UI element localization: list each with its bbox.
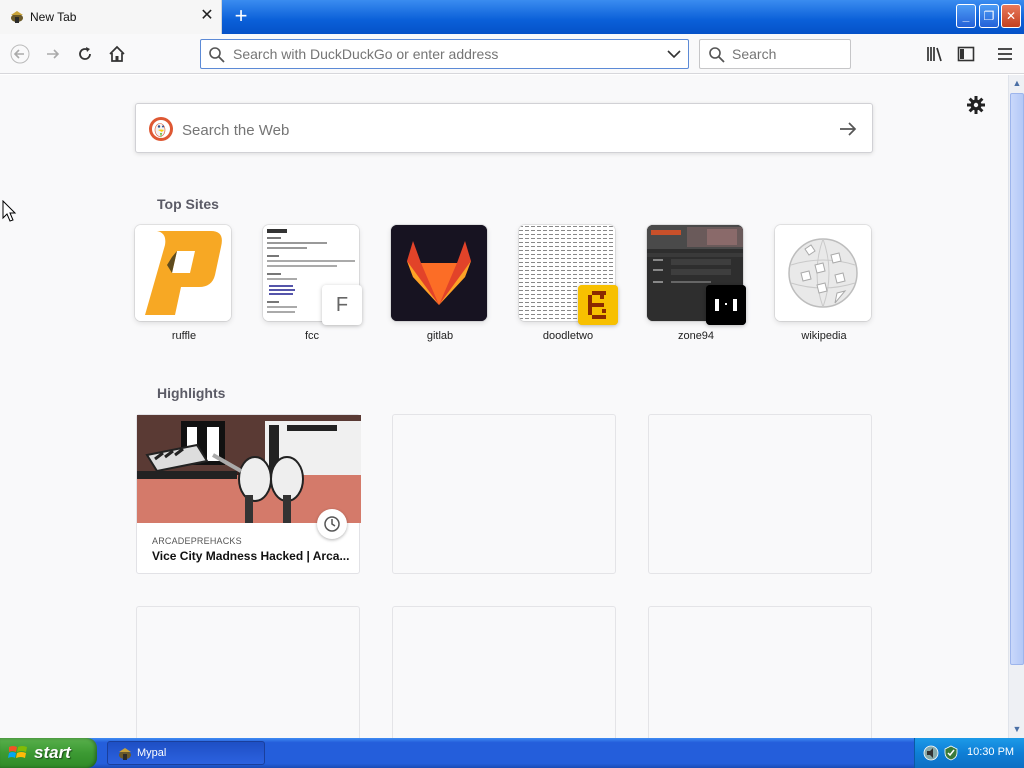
gear-icon[interactable] <box>966 95 986 115</box>
screen: New Tab ✕ + _ ❐ ✕ Search with DuckDuckGo… <box>0 0 1024 768</box>
top-site-fcc[interactable]: F fcc <box>262 225 362 350</box>
speaker-icon[interactable] <box>923 745 939 761</box>
zone94-logo-icon <box>706 285 746 325</box>
search-input[interactable] <box>732 45 842 63</box>
site-label: wikipedia <box>801 330 847 342</box>
top-site-ruffle[interactable]: ruffle <box>134 225 234 350</box>
top-site-zone94[interactable]: zone94 <box>646 225 746 350</box>
nav-toolbar <box>0 34 1024 74</box>
mypal-favicon-icon <box>11 11 23 23</box>
site-label: doodletwo <box>542 330 594 342</box>
taskbar-item-label: Mypal <box>137 747 167 759</box>
sidebar-button[interactable] <box>951 39 981 69</box>
system-tray: 10:30 PM <box>914 738 1024 768</box>
library-button[interactable] <box>920 39 950 69</box>
highlights-title: Highlights <box>157 385 226 401</box>
top-site-wikipedia[interactable]: wikipedia <box>774 225 874 350</box>
restore-button[interactable]: ❐ <box>979 4 999 28</box>
home-icon <box>109 45 125 62</box>
highlight-placeholder <box>392 414 616 574</box>
home-button[interactable] <box>102 39 132 69</box>
gitlab-logo-icon <box>391 225 487 321</box>
web-search-box[interactable] <box>135 103 873 153</box>
highlight-placeholder <box>392 606 616 738</box>
menu-button[interactable] <box>990 39 1020 69</box>
wikipedia-thumbnail <box>775 225 871 321</box>
tab-new-tab[interactable]: New Tab ✕ <box>0 0 222 34</box>
hamburger-menu-icon <box>998 48 1012 60</box>
sidebar-icon <box>957 46 975 62</box>
search-icon <box>209 47 225 63</box>
zone94-badge <box>706 285 746 325</box>
mypal-app-icon <box>119 748 131 760</box>
site-label: ruffle <box>171 330 197 342</box>
scroll-up-arrow-icon[interactable]: ▲ <box>1010 76 1024 90</box>
site-label: zone94 <box>677 330 715 342</box>
start-label: start <box>34 743 71 762</box>
scrollbar-thumb[interactable] <box>1010 93 1024 665</box>
taskbar-item-mypal[interactable]: Mypal <box>107 741 265 765</box>
highlight-thumbnail <box>137 415 361 523</box>
highlight-source: ARCADEPREHACKS <box>152 536 242 546</box>
fcc-letter-badge: F <box>322 285 362 325</box>
windows-flag-icon <box>8 746 27 758</box>
ruffle-thumbnail <box>135 225 231 321</box>
arrow-right-icon[interactable] <box>838 119 858 139</box>
url-bar[interactable] <box>200 39 689 69</box>
network-shield-icon[interactable] <box>943 745 959 761</box>
url-input[interactable] <box>233 45 653 63</box>
back-button[interactable] <box>5 39 35 69</box>
ruffle-logo-icon <box>135 225 231 321</box>
web-search-input[interactable] <box>182 120 802 140</box>
start-button[interactable]: start <box>0 738 97 768</box>
highlight-placeholder <box>136 606 360 738</box>
vertical-scrollbar[interactable]: ▲ ▼ <box>1008 75 1024 738</box>
mouse-cursor-icon <box>2 200 17 222</box>
tab-title: New Tab <box>30 10 77 24</box>
wikipedia-globe-icon <box>775 225 871 321</box>
gitlab-thumbnail <box>391 225 487 321</box>
doodletwo-logo-icon <box>578 285 618 325</box>
top-sites-title: Top Sites <box>157 196 219 212</box>
title-bar: New Tab ✕ + _ ❐ ✕ <box>0 0 1024 34</box>
chevron-down-icon[interactable] <box>666 47 682 61</box>
taskbar: start Mypal 10:30 PM <box>0 738 1024 768</box>
back-arrow-icon <box>10 44 30 64</box>
reload-icon <box>79 47 91 60</box>
close-tab-icon[interactable]: ✕ <box>198 7 216 25</box>
forward-button[interactable] <box>38 39 68 69</box>
doodletwo-badge <box>578 285 618 325</box>
duckduckgo-logo-icon <box>149 117 173 141</box>
site-label: gitlab <box>426 330 454 342</box>
new-tab-page: Top Sites ruffle <box>0 75 1008 738</box>
minimize-button[interactable]: _ <box>956 4 976 28</box>
reload-button[interactable] <box>70 39 100 69</box>
new-tab-button[interactable]: + <box>228 4 254 30</box>
search-bar[interactable] <box>699 39 851 69</box>
forward-arrow-icon <box>47 49 60 59</box>
scroll-down-arrow-icon[interactable]: ▼ <box>1010 722 1024 736</box>
highlight-title[interactable]: Vice City Madness Hacked | Arca... <box>152 549 352 563</box>
close-window-button[interactable]: ✕ <box>1001 4 1021 28</box>
top-site-doodletwo[interactable]: doodletwo <box>518 225 618 350</box>
clock-icon <box>317 509 347 539</box>
top-site-gitlab[interactable]: gitlab <box>390 225 490 350</box>
game-screenshot-image <box>137 415 361 523</box>
highlight-placeholder <box>648 414 872 574</box>
highlight-card-vice-city[interactable]: ARCADEPREHACKS Vice City Madness Hacked … <box>136 414 361 574</box>
highlight-placeholder <box>648 606 872 738</box>
site-label: fcc <box>304 330 320 342</box>
search-icon <box>709 47 725 63</box>
library-icon <box>927 47 942 62</box>
clock-time[interactable]: 10:30 PM <box>967 746 1014 758</box>
